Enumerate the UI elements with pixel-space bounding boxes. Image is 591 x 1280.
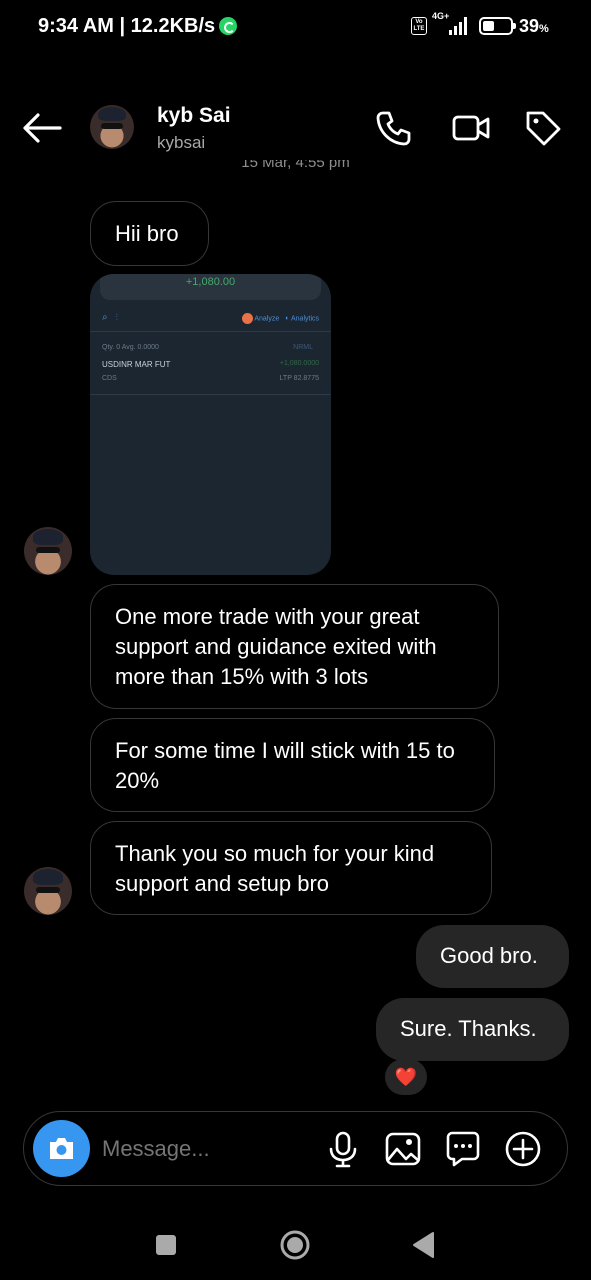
avatar[interactable]: [24, 867, 72, 915]
back-button-icon[interactable]: [406, 1227, 442, 1263]
system-navigation-bar: [0, 1205, 591, 1280]
filter-icon: ⫶: [115, 312, 118, 322]
status-bar: 9:34 AM | 12.2KB/s Vo LTE 4G+ 39%: [0, 0, 591, 55]
position-exchange-row: CDS LTP 82.8775: [102, 375, 319, 382]
whatsapp-notification-icon: [219, 17, 237, 35]
battery-icon: [479, 17, 516, 35]
divider: [90, 331, 331, 332]
message-text: For some time I will stick with 15 to 20…: [115, 738, 455, 793]
product-type: NRML: [293, 344, 313, 351]
avatar[interactable]: [90, 105, 134, 149]
message-incoming[interactable]: For some time I will stick with 15 to 20…: [90, 718, 495, 812]
search-icon: ⌕: [102, 312, 108, 323]
tag-icon[interactable]: [523, 108, 563, 148]
avatar[interactable]: [24, 527, 72, 575]
camera-icon: [50, 1138, 73, 1159]
home-button-icon[interactable]: [277, 1227, 313, 1263]
message-composer: [23, 1111, 568, 1186]
chat-header: kyb Sai kybsai: [0, 90, 591, 170]
date-separator: 15 Mar, 4:55 pm: [241, 160, 350, 171]
message-incoming[interactable]: Thank you so much for your kind support …: [90, 821, 492, 915]
divider: [90, 394, 331, 395]
image-icon[interactable]: [384, 1130, 422, 1168]
network-type: 4G+: [432, 11, 450, 21]
shared-screenshot[interactable]: +1,080.00 ⌕ ⫶ Analyze ◐ Analytics Qty. 0…: [90, 274, 331, 575]
camera-button[interactable]: [33, 1120, 90, 1177]
message-outgoing[interactable]: Sure. Thanks.: [376, 998, 569, 1061]
screenshot-profit: +1,080.00: [185, 276, 236, 288]
contact-name[interactable]: kyb Sai: [157, 104, 231, 128]
phone-icon[interactable]: [374, 108, 414, 148]
message-text: Hii bro: [115, 221, 179, 246]
message-incoming[interactable]: One more trade with your great support a…: [90, 584, 499, 709]
message-outgoing[interactable]: Good bro.: [416, 925, 569, 988]
heart-reaction[interactable]: ❤️: [385, 1059, 427, 1095]
message-incoming[interactable]: Hii bro: [90, 201, 209, 266]
ltp: LTP 82.8775: [279, 375, 319, 382]
status-time: 9:34 AM | 12.2KB/s: [38, 15, 216, 37]
message-text: One more trade with your great support a…: [115, 604, 437, 689]
video-camera-icon[interactable]: [451, 108, 491, 148]
message-text: Thank you so much for your kind support …: [115, 841, 435, 896]
position-qty: Qty. 0 Avg. 0.0000: [102, 344, 159, 351]
contact-handle[interactable]: kybsai: [157, 133, 205, 153]
position-qty-row: Qty. 0 Avg. 0.0000 NRML: [102, 344, 319, 351]
analytics-icon: ◐: [285, 315, 290, 323]
analyze-icon: [241, 313, 253, 324]
position-pnl: +1,080.0000: [279, 360, 319, 367]
plus-circle-icon[interactable]: [504, 1130, 542, 1168]
message-input[interactable]: [102, 1136, 302, 1162]
screenshot-toolbar: ⌕ ⫶ Analyze ◐ Analytics: [102, 312, 319, 324]
volte-icon: Vo LTE: [411, 17, 427, 35]
analyze-label: Analyze: [254, 315, 280, 323]
signal-icon: [449, 17, 471, 35]
chat-bubble-icon[interactable]: [444, 1130, 482, 1168]
position-instrument-row: USDINR MAR FUT +1,080.0000: [102, 360, 319, 369]
message-text: Good bro.: [440, 943, 538, 968]
arrow-left-icon[interactable]: [20, 110, 64, 146]
instrument-name: USDINR MAR FUT: [102, 360, 171, 369]
battery-percentage: 39%: [519, 16, 549, 36]
microphone-icon[interactable]: [324, 1130, 362, 1168]
message-text: Sure. Thanks.: [400, 1016, 537, 1041]
exchange: CDS: [102, 375, 117, 382]
analytics-label: Analytics: [290, 315, 319, 323]
recents-button-icon[interactable]: [148, 1227, 184, 1263]
